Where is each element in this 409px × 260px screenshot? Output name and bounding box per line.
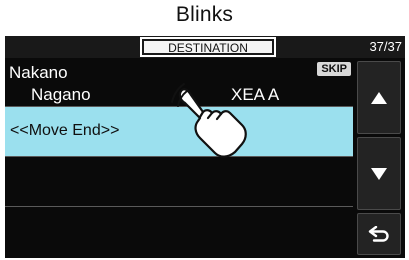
down-arrow-icon [371, 167, 387, 180]
skip-badge: SKIP [317, 62, 351, 76]
empty-list-row [5, 157, 353, 207]
repeater-name: Nakano [9, 63, 68, 82]
back-arrow-icon [368, 226, 389, 242]
back-button[interactable] [357, 213, 401, 255]
blinks-callout: Blinks [0, 3, 409, 27]
item-counter: 37/37 [369, 39, 402, 54]
move-end-label: <<Move End>> [10, 122, 120, 139]
blinks-label: Blinks [175, 3, 234, 26]
repeater-area: Nagano [31, 85, 91, 104]
pointing-hand-icon [171, 83, 247, 158]
scroll-down-button[interactable] [357, 137, 401, 210]
scroll-up-button[interactable] [357, 61, 401, 134]
empty-list-row [5, 207, 353, 258]
destination-title-frame: DESTINATION [140, 37, 276, 57]
scroll-sidebar [353, 58, 405, 258]
header-bar: DESTINATION 37/37 [5, 36, 405, 58]
up-arrow-icon [371, 91, 387, 104]
destination-title: DESTINATION [144, 41, 272, 55]
